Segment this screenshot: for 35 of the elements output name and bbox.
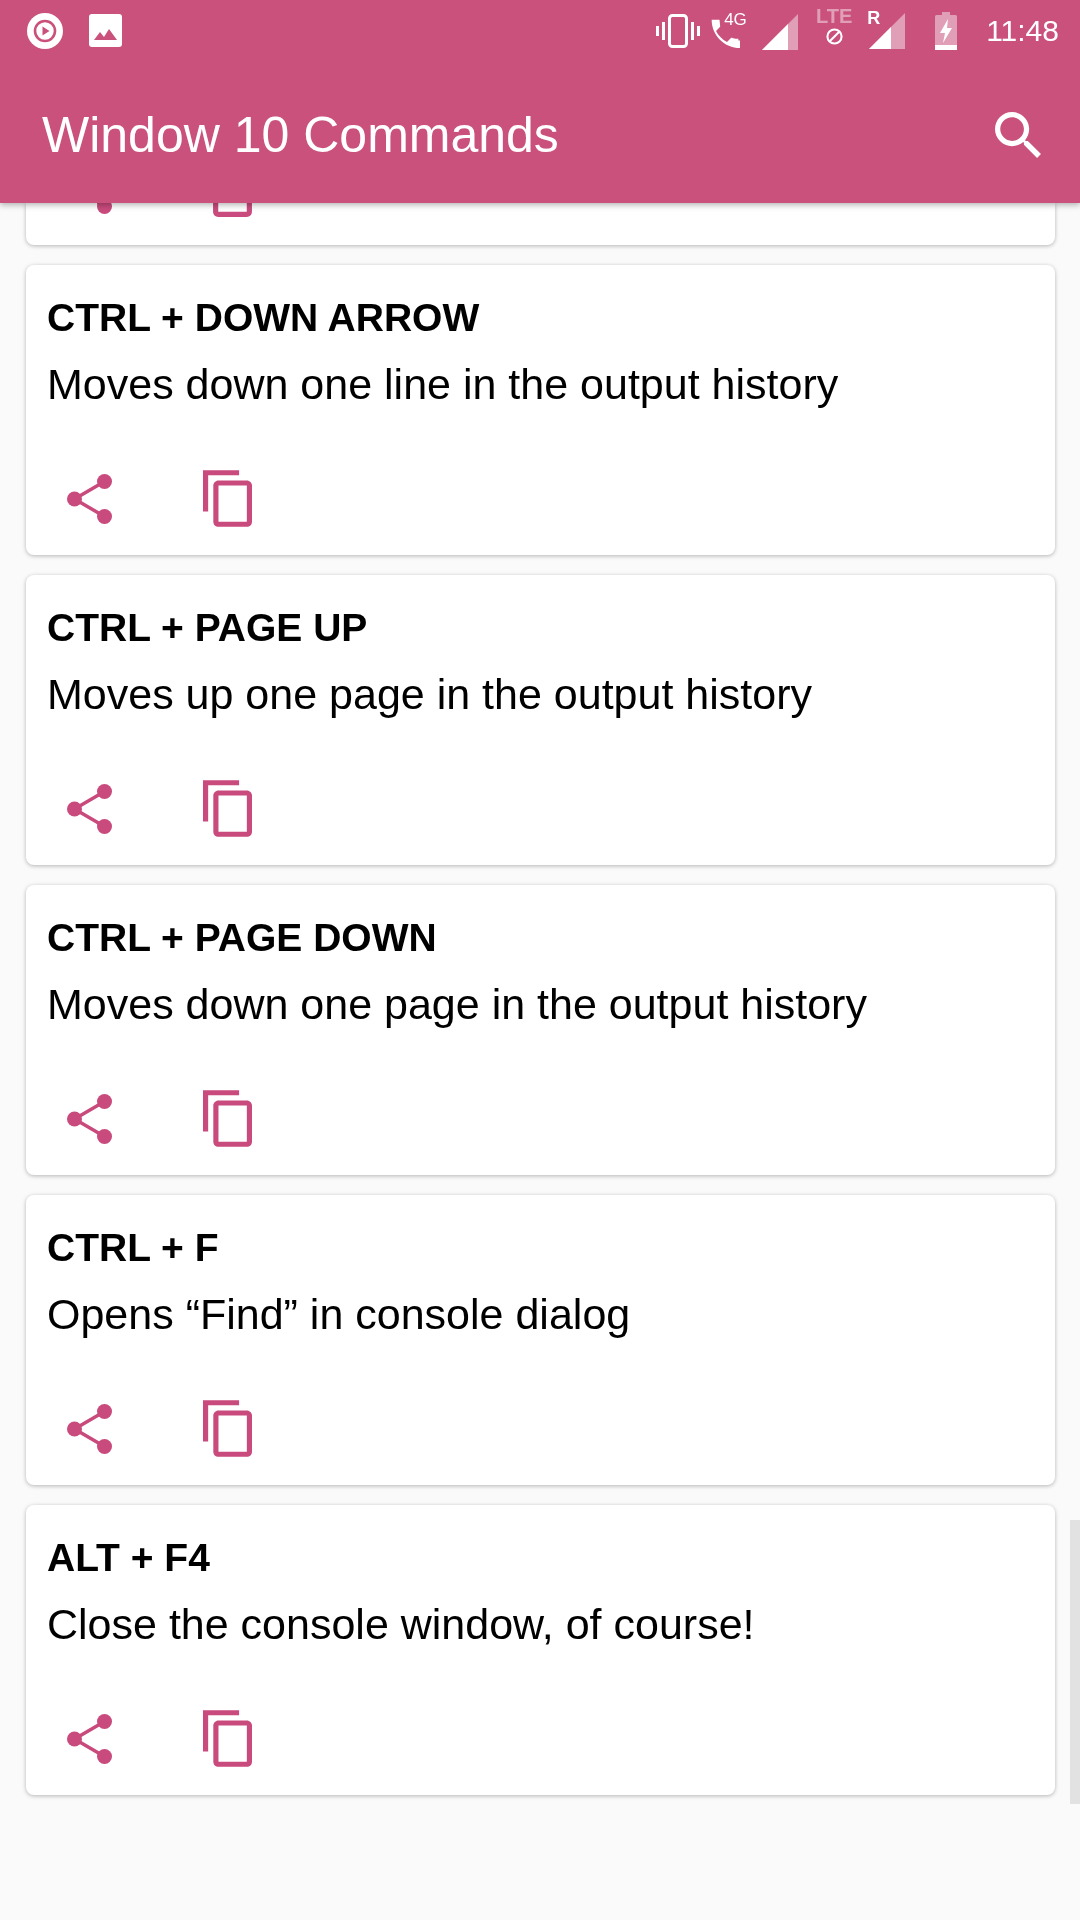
share-icon[interactable] xyxy=(67,473,112,524)
copy-icon[interactable] xyxy=(203,780,252,837)
play-circle-icon xyxy=(27,12,63,49)
signal-icon xyxy=(762,14,799,50)
roaming-label: R xyxy=(867,8,881,27)
search-icon[interactable] xyxy=(995,112,1041,158)
command-description: Moves down one page in the output history xyxy=(47,983,867,1026)
command-title: CTRL + DOWN ARROW xyxy=(47,298,480,337)
command-title: CTRL + PAGE UP xyxy=(47,608,368,647)
command-title: CTRL + F xyxy=(47,1228,219,1267)
command-description: Moves up one page in the output history xyxy=(47,673,812,716)
vibrate-icon xyxy=(655,13,702,48)
copy-icon[interactable] xyxy=(203,470,252,527)
command-description: Close the console window, of course! xyxy=(47,1603,755,1646)
battery-charging-icon xyxy=(934,11,959,50)
blocked-icon xyxy=(825,28,843,45)
command-title: ALT + F4 xyxy=(47,1538,210,1577)
share-icon[interactable] xyxy=(67,1713,112,1764)
share-icon[interactable] xyxy=(67,783,112,834)
copy-icon[interactable] xyxy=(213,203,252,217)
copy-icon[interactable] xyxy=(203,1710,252,1767)
app-title: Window 10 Commands xyxy=(42,110,559,160)
command-title: CTRL + PAGE DOWN xyxy=(47,918,437,957)
copy-icon[interactable] xyxy=(203,1400,252,1457)
signal-icon xyxy=(869,12,906,49)
share-icon[interactable] xyxy=(97,203,112,214)
image-icon xyxy=(89,14,122,47)
copy-icon[interactable] xyxy=(203,1090,252,1147)
share-icon[interactable] xyxy=(67,1403,112,1454)
share-icon[interactable] xyxy=(67,1093,112,1144)
status-time: 11:48 xyxy=(986,15,1059,46)
command-description: Moves down one line in the output history xyxy=(47,363,839,406)
network-type-label: 4G xyxy=(724,10,747,28)
command-description: Opens “Find” in console dialog xyxy=(47,1293,631,1336)
lte-label: LTE xyxy=(816,6,853,26)
